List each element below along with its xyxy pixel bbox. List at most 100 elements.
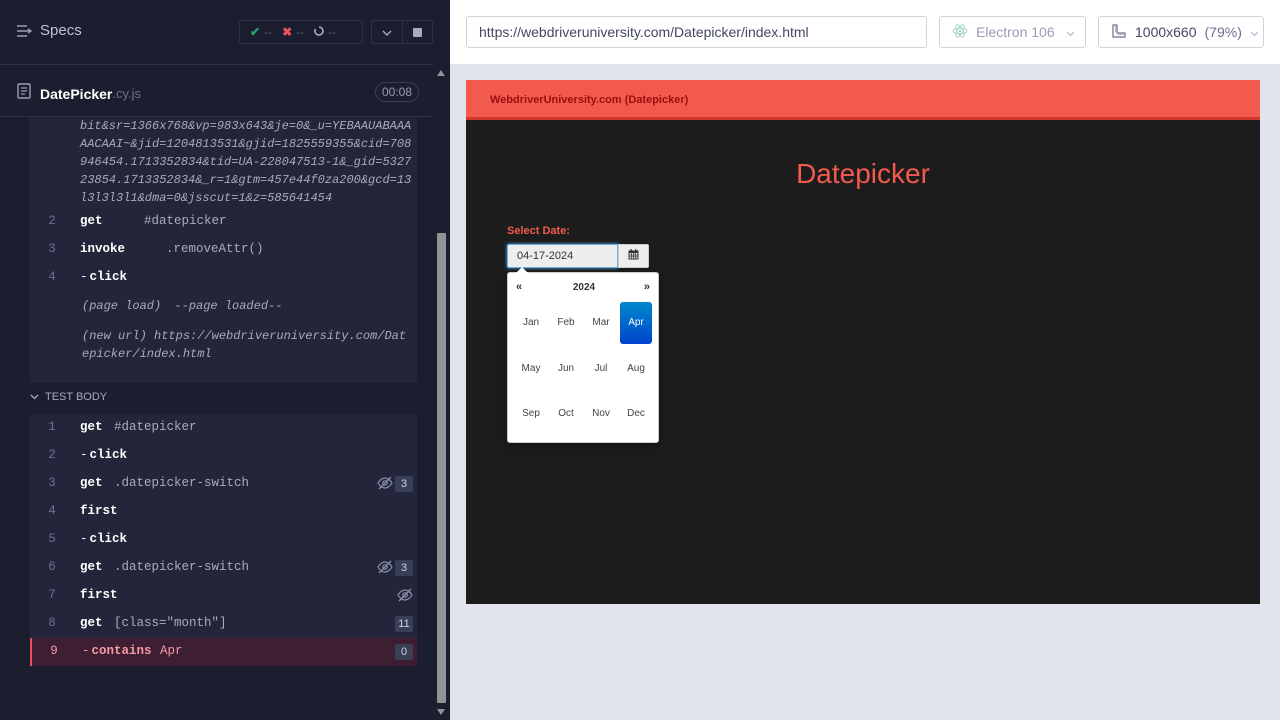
reporter-topbar: Specs ✔ -- ✖ -- -- (0, 0, 433, 65)
command-name: get (80, 616, 103, 630)
options-dropdown-button[interactable] (372, 21, 402, 43)
calendar-icon (628, 247, 639, 265)
command-row[interactable]: 4 first (30, 498, 417, 526)
specs-link[interactable]: Specs (16, 22, 82, 39)
viewport-selector[interactable]: 1000x660 (79%) (1098, 16, 1264, 48)
passed-value: -- (264, 25, 273, 39)
command-row[interactable]: 3 get .datepicker-switch 3 (30, 470, 417, 498)
spec-file[interactable]: DatePicker .cy.js (17, 83, 141, 104)
pending-count: -- (304, 25, 336, 39)
command-name: get (80, 214, 103, 228)
electron-icon (952, 23, 968, 42)
spec-duration: 00:08 (375, 82, 420, 102)
command-name: first (80, 504, 118, 518)
spec-header: DatePicker .cy.js 00:08 (0, 65, 433, 117)
select-date-label: Select Date: (507, 225, 570, 237)
command-message: .datepicker-switch (114, 560, 250, 574)
command-row[interactable]: 8 get [class="month"] 11 (30, 610, 417, 638)
command-name: click (80, 532, 128, 546)
month-apr[interactable]: Apr (620, 302, 652, 344)
month-nov[interactable]: Nov (585, 393, 617, 435)
month-sep[interactable]: Sep (515, 393, 547, 435)
url-fragment-text: bit&sr=1366x768&vp=983x643&je=0&_u=YEBAA… (80, 119, 412, 205)
month-jun[interactable]: Jun (550, 348, 582, 390)
reporter-scrollbar[interactable] (433, 65, 450, 720)
viewport-size: 1000x660 (1135, 24, 1197, 40)
month-may[interactable]: May (515, 348, 547, 390)
command-message: #datepicker (144, 214, 227, 228)
command-number: 2 (48, 214, 56, 228)
cypress-reporter: Specs ✔ -- ✖ -- -- DatePicker .cy.js 00:… (0, 0, 450, 720)
command-message: .removeAttr() (166, 242, 264, 256)
element-count-badge: 3 (395, 560, 413, 576)
command-message: #datepicker (114, 420, 197, 434)
test-body-header[interactable]: TEST BODY (30, 391, 107, 403)
specs-list-icon (16, 24, 32, 38)
calendar-button[interactable] (618, 244, 649, 268)
test-stats: ✔ -- ✖ -- -- (239, 20, 363, 44)
page-load-label: (page load) (82, 299, 162, 313)
month-dec[interactable]: Dec (620, 393, 652, 435)
browser-selector[interactable]: Electron 106 (939, 16, 1086, 48)
command-number: 8 (48, 616, 56, 630)
aut-header: https://webdriveruniversity.com/Datepick… (450, 0, 1280, 64)
app-under-test-panel: https://webdriveruniversity.com/Datepick… (450, 0, 1280, 720)
command-row[interactable]: 7 first (30, 582, 417, 610)
aut-url-field[interactable]: https://webdriveruniversity.com/Datepick… (466, 16, 927, 48)
datepicker-switch[interactable]: 2024 (508, 282, 660, 293)
datepicker-dropdown: 2024 « » Jan Feb Mar Apr May Jun Jul Aug… (507, 267, 660, 443)
month-jul[interactable]: Jul (585, 348, 617, 390)
month-jan[interactable]: Jan (515, 302, 547, 344)
command-name: get (80, 420, 103, 434)
x-icon: ✖ (282, 25, 293, 39)
spinner-icon (314, 25, 324, 39)
command-name: click (80, 448, 128, 462)
command-number: 2 (48, 448, 56, 462)
month-feb[interactable]: Feb (550, 302, 582, 344)
test-body-label: TEST BODY (45, 391, 108, 403)
command-row[interactable]: 1 get #datepicker (30, 414, 417, 442)
passed-count: ✔ -- (240, 25, 272, 39)
command-name: invoke (80, 242, 126, 256)
scroll-up-arrow[interactable] (437, 70, 445, 76)
command-number: 1 (48, 420, 56, 434)
month-aug[interactable]: Aug (620, 348, 652, 390)
page-load-event[interactable]: (page load) --page loaded-- (82, 299, 282, 313)
command-row[interactable]: 3 invoke .removeAttr() (30, 236, 417, 264)
command-number: 9 (50, 644, 58, 658)
command-row-failed[interactable]: 9 contains Apr 0 (30, 638, 417, 666)
new-url-label: (new url) (82, 329, 147, 343)
command-number: 6 (48, 560, 56, 574)
month-mar[interactable]: Mar (585, 302, 617, 344)
test-body-block: 1 get #datepicker 2 click 3 get .datepic… (30, 414, 417, 666)
page-load-message: --page loaded-- (174, 299, 283, 313)
command-row[interactable]: 6 get .datepicker-switch 3 (30, 554, 417, 582)
command-row[interactable]: 4 click (30, 264, 417, 292)
stop-button[interactable] (401, 21, 432, 43)
command-message: Apr (160, 644, 183, 658)
chevron-down-icon (382, 23, 392, 41)
command-row[interactable]: 2 get #datepicker (30, 208, 417, 236)
site-brand-link[interactable]: WebdriverUniversity.com (Datepicker) (490, 94, 688, 106)
datepicker-next[interactable]: » (644, 281, 650, 293)
viewport-scale: (79%) (1204, 24, 1242, 40)
command-name: click (80, 270, 128, 284)
check-icon: ✔ (250, 25, 261, 39)
stop-icon (412, 27, 422, 37)
failed-value: -- (296, 25, 305, 39)
browser-name: Electron 106 (976, 24, 1055, 40)
command-row[interactable]: 5 click (30, 526, 417, 554)
scroll-thumb[interactable] (437, 233, 446, 703)
command-number: 5 (48, 532, 56, 546)
before-each-block: bit&sr=1366x768&vp=983x643&je=0&_u=YEBAA… (30, 117, 417, 383)
eye-slash-icon (397, 588, 413, 606)
command-row[interactable]: 2 click (30, 442, 417, 470)
spec-extension: .cy.js (112, 86, 142, 101)
scroll-down-arrow[interactable] (437, 709, 445, 715)
month-oct[interactable]: Oct (550, 393, 582, 435)
date-input[interactable]: 04-17-2024 (507, 244, 618, 268)
run-controls (371, 20, 433, 44)
datepicker-prev[interactable]: « (516, 281, 522, 293)
new-url-event[interactable]: (new url) https://webdriveruniversity.co… (82, 327, 412, 363)
command-name: get (80, 476, 103, 490)
